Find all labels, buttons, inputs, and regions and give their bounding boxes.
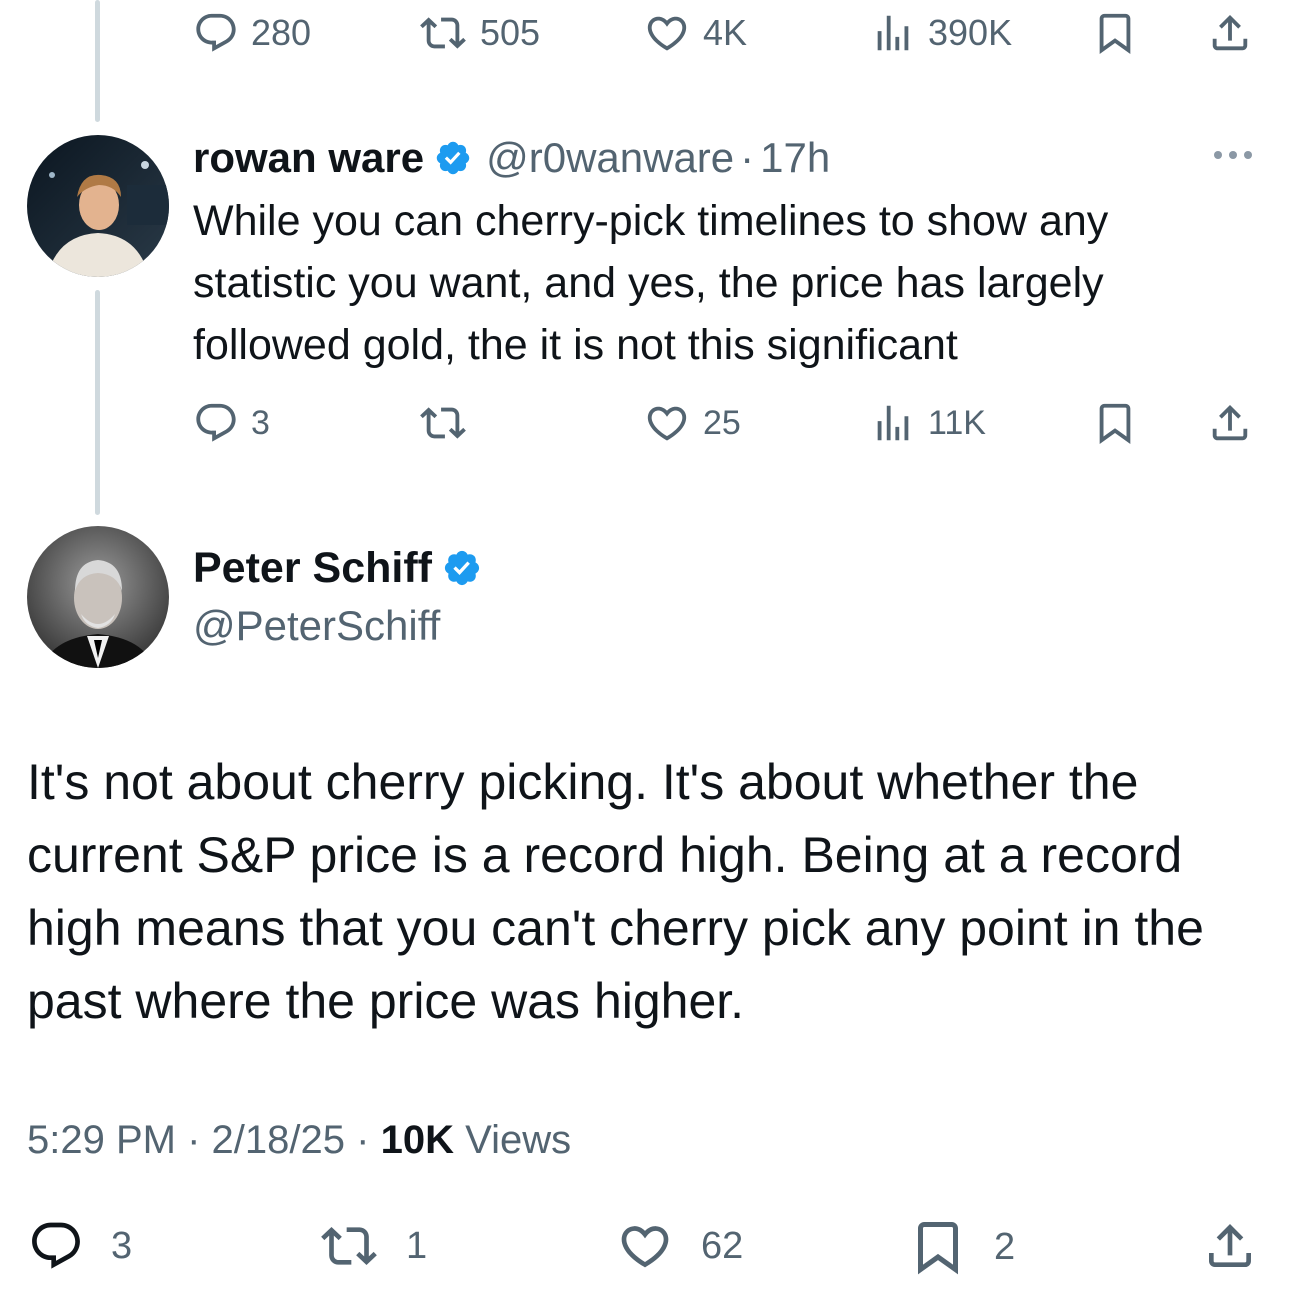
share-button[interactable] xyxy=(1206,400,1254,446)
handle[interactable]: @r0wanware xyxy=(486,134,734,182)
like-count: 25 xyxy=(703,403,741,442)
share-button[interactable] xyxy=(1206,10,1254,56)
views-count: 11K xyxy=(928,403,986,442)
views-button[interactable]: 11K xyxy=(870,400,986,446)
bookmark-count: 2 xyxy=(994,1225,1016,1268)
reply-button[interactable]: 3 xyxy=(27,1218,132,1274)
verified-badge-icon xyxy=(434,139,472,177)
like-button[interactable]: 4K xyxy=(643,10,747,56)
repost-icon xyxy=(420,407,466,439)
reply-icon xyxy=(32,1222,80,1269)
heart-icon xyxy=(621,1226,669,1268)
post-date[interactable]: 2/18/25 xyxy=(212,1118,345,1162)
display-name[interactable]: Peter Schiff xyxy=(193,544,432,593)
like-count: 62 xyxy=(701,1224,744,1267)
avatar-photo xyxy=(27,526,169,668)
bookmark-icon xyxy=(918,1222,958,1275)
views-total: 10K xyxy=(380,1118,454,1162)
heart-icon xyxy=(647,16,687,51)
reply-tweet-header: rowan ware @r0wanware · 17h xyxy=(193,132,830,184)
repost-button[interactable] xyxy=(418,400,480,446)
reply-count: 3 xyxy=(111,1224,133,1267)
main-tweet-handle[interactable]: @PeterSchiff xyxy=(193,602,440,650)
bookmark-button[interactable]: 2 xyxy=(908,1216,1015,1278)
post-time[interactable]: 5:29 PM xyxy=(27,1118,176,1162)
reply-icon xyxy=(196,403,236,442)
views-count: 390K xyxy=(928,12,1013,53)
reply-tweet-actions: 3 25 11K xyxy=(0,394,1290,454)
bookmark-button[interactable] xyxy=(1092,400,1138,446)
heart-icon xyxy=(647,406,687,441)
repost-count: 505 xyxy=(480,12,541,53)
share-icon xyxy=(1212,14,1248,51)
like-count: 4K xyxy=(703,12,748,53)
reply-button[interactable]: 280 xyxy=(193,10,311,56)
reply-count: 280 xyxy=(251,12,312,53)
views-label: Views xyxy=(465,1118,572,1162)
separator: · xyxy=(356,1118,370,1162)
timestamp[interactable]: 17h xyxy=(760,134,830,182)
like-button[interactable]: 62 xyxy=(615,1218,743,1274)
main-tweet-header: Peter Schiff xyxy=(193,542,482,594)
separator: · xyxy=(187,1118,201,1162)
reply-icon xyxy=(196,13,236,52)
main-tweet-meta: 5:29 PM · 2/18/25 · 10K Views xyxy=(27,1118,571,1163)
bookmark-icon xyxy=(1099,13,1131,54)
main-tweet-actions: 3 1 62 2 xyxy=(0,1212,1290,1275)
avatar-peter-schiff[interactable] xyxy=(27,526,169,668)
repost-button[interactable]: 1 xyxy=(318,1218,427,1274)
like-button[interactable]: 25 xyxy=(643,400,741,446)
display-name[interactable]: rowan ware xyxy=(193,134,424,182)
views-button[interactable]: 390K xyxy=(870,10,1012,56)
share-button[interactable] xyxy=(1200,1218,1260,1274)
views-icon xyxy=(877,405,909,441)
views-icon xyxy=(877,15,909,51)
verified-badge-icon xyxy=(442,548,482,588)
avatar-rowan-ware[interactable] xyxy=(27,135,169,277)
reply-tweet-text: While you can cherry-pick timelines to s… xyxy=(193,197,1109,369)
reply-count: 3 xyxy=(251,403,270,442)
repost-icon xyxy=(321,1227,377,1265)
separator: · xyxy=(740,134,755,181)
main-tweet-text: It's not about cherry picking. It's abou… xyxy=(27,754,1204,1029)
previous-tweet-actions: 280 505 4K 390K xyxy=(0,2,1290,62)
share-icon xyxy=(1212,404,1248,441)
avatar-photo xyxy=(27,135,169,277)
repost-count: 1 xyxy=(406,1224,428,1267)
bookmark-button[interactable] xyxy=(1092,10,1138,56)
more-options-icon[interactable] xyxy=(1214,151,1252,159)
bookmark-icon xyxy=(1099,403,1131,444)
repost-icon xyxy=(420,17,466,49)
reply-button[interactable]: 3 xyxy=(193,400,270,446)
share-icon xyxy=(1209,1224,1251,1267)
repost-button[interactable]: 505 xyxy=(418,10,540,56)
